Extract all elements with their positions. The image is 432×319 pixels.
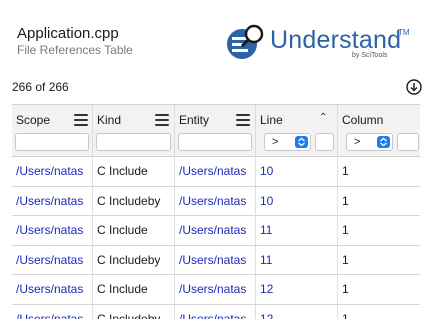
column-label-column: Column <box>342 113 384 127</box>
page-title: Application.cpp <box>17 25 119 42</box>
entity-cell[interactable]: /Users/natas <box>175 216 256 245</box>
column-cell: 1 <box>342 252 349 267</box>
line-cell[interactable]: 11 <box>256 216 338 245</box>
column-operator-select[interactable]: > <box>346 133 393 151</box>
line-operator-value: > <box>272 136 279 148</box>
table-header: Scope Kind Entity Line ⌃ > Column > <box>12 105 420 157</box>
chevron-up-icon[interactable]: ⌃ <box>319 112 327 123</box>
references-table: Scope Kind Entity Line ⌃ > Column > /Use… <box>12 104 420 319</box>
column-filter-input[interactable] <box>397 133 419 151</box>
kind-cell: C Include <box>93 275 175 304</box>
entity-cell[interactable]: /Users/natas <box>175 275 256 304</box>
line-cell[interactable]: 10 <box>256 157 338 186</box>
line-filter-input[interactable] <box>315 133 334 151</box>
up-down-stepper-icon[interactable] <box>295 136 308 148</box>
scope-cell[interactable]: /Users/natas <box>12 304 93 319</box>
kind-cell: C Includeby <box>93 304 175 319</box>
entity-filter-input[interactable] <box>178 133 252 151</box>
scope-cell[interactable]: /Users/natas <box>12 245 93 275</box>
table-row[interactable]: /Users/natas C Includeby /Users/natas 11… <box>12 245 420 275</box>
table-row[interactable]: /Users/natas C Includeby /Users/natas 10… <box>12 186 420 216</box>
entity-cell[interactable]: /Users/natas <box>175 304 256 319</box>
kind-filter-input[interactable] <box>96 133 171 151</box>
kind-cell: C Includeby <box>93 186 175 216</box>
up-down-stepper-icon[interactable] <box>377 136 390 148</box>
column-header-kind[interactable]: Kind <box>93 105 175 157</box>
table-body: /Users/natas C Include /Users/natas 10 1… <box>12 157 420 319</box>
column-label-kind: Kind <box>97 113 122 127</box>
column-header-column[interactable]: Column > <box>338 105 420 157</box>
column-cell: 1 <box>342 193 349 208</box>
column-header-line[interactable]: Line ⌃ > <box>256 105 338 157</box>
scope-column-menu-icon[interactable] <box>74 114 88 126</box>
line-cell[interactable]: 10 <box>256 186 338 216</box>
line-cell[interactable]: 11 <box>256 245 338 275</box>
column-cell: 1 <box>342 164 349 178</box>
understand-logo: Understand TM by SciTools <box>226 18 426 64</box>
page-subtitle: File References Table <box>17 43 133 57</box>
kind-cell: C Include <box>93 157 175 186</box>
column-label-line: Line <box>260 113 283 127</box>
column-header-entity[interactable]: Entity <box>175 105 256 157</box>
scope-cell[interactable]: /Users/natas <box>12 186 93 216</box>
column-label-entity: Entity <box>179 113 210 127</box>
table-row[interactable]: /Users/natas C Include /Users/natas 10 1 <box>12 157 420 187</box>
line-cell[interactable]: 12 <box>256 275 338 304</box>
kind-cell: C Includeby <box>93 245 175 275</box>
entity-cell[interactable]: /Users/natas <box>175 245 256 275</box>
kind-column-menu-icon[interactable] <box>155 114 169 126</box>
column-label-scope: Scope <box>16 113 51 127</box>
column-header-scope[interactable]: Scope <box>12 105 93 157</box>
logo-wordmark: Understand <box>270 26 402 54</box>
scope-cell[interactable]: /Users/natas <box>12 275 93 304</box>
entity-cell[interactable]: /Users/natas <box>175 186 256 216</box>
logo-trademark: TM <box>398 28 410 37</box>
column-cell: 1 <box>342 311 349 319</box>
line-operator-select[interactable]: > <box>264 133 311 151</box>
row-count-label: 266 of 266 <box>12 80 69 94</box>
report-header: Application.cpp File References Table Un… <box>0 0 432 72</box>
table-row[interactable]: /Users/natas C Includeby /Users/natas 12… <box>12 304 420 319</box>
entity-cell[interactable]: /Users/natas <box>175 157 256 186</box>
table-row[interactable]: /Users/natas C Include /Users/natas 12 1 <box>12 275 420 305</box>
line-cell[interactable]: 12 <box>256 304 338 319</box>
column-cell: 1 <box>342 282 349 296</box>
column-cell: 1 <box>342 223 349 237</box>
scope-filter-input[interactable] <box>15 133 89 151</box>
entity-column-menu-icon[interactable] <box>236 114 250 126</box>
understand-logo-icon <box>227 24 264 59</box>
scope-cell[interactable]: /Users/natas <box>12 157 93 186</box>
logo-byline: by SciTools <box>352 52 388 59</box>
column-operator-value: > <box>354 136 361 148</box>
download-circle-icon[interactable] <box>406 79 422 95</box>
kind-cell: C Include <box>93 216 175 245</box>
table-row[interactable]: /Users/natas C Include /Users/natas 11 1 <box>12 216 420 246</box>
scope-cell[interactable]: /Users/natas <box>12 216 93 245</box>
